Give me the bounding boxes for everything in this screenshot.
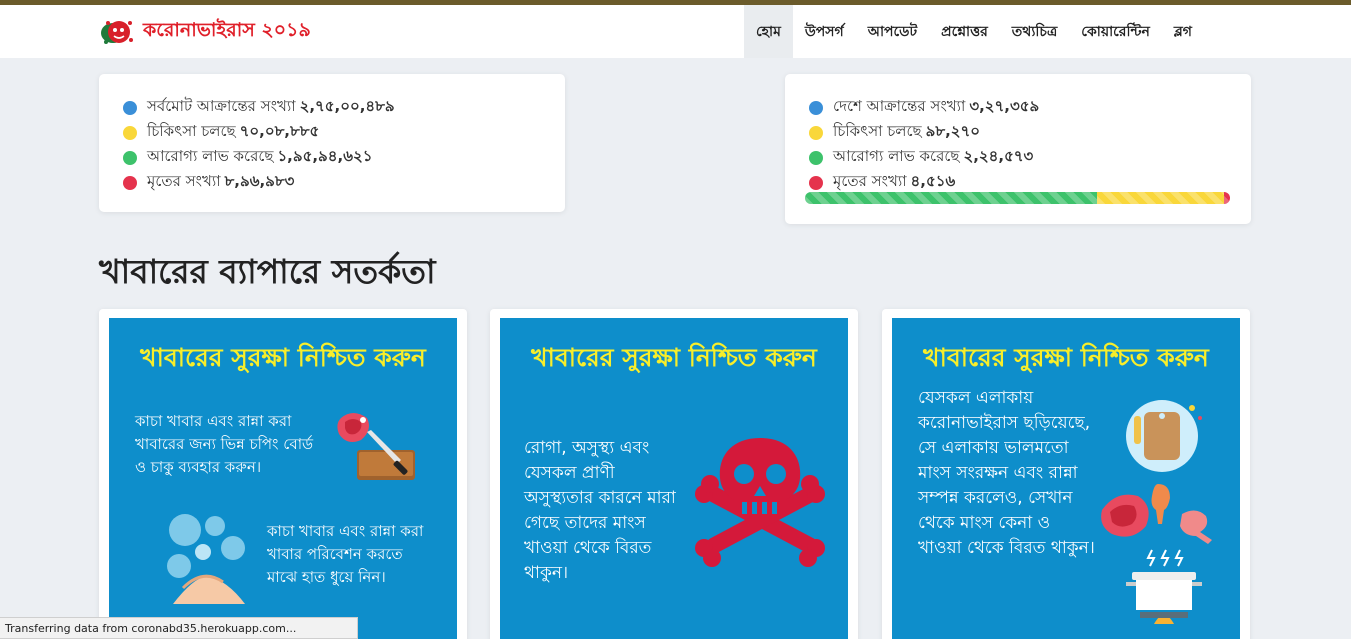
skull-crossbones-icon: [695, 438, 825, 567]
red-dot-icon: [809, 175, 823, 190]
nav-item-faq[interactable]: প্রশ্নোত্তর: [929, 5, 1000, 58]
chopping-board-knife-icon: [357, 430, 415, 480]
infographic-card-1[interactable]: খাবারের সুরক্ষা নিশ্চিত করুন কাচা খাবার …: [99, 309, 467, 639]
blue-dot-icon: [123, 100, 137, 115]
infographic-image: খাবারের সুরক্ষা নিশ্চিত করুন রোগা, অসুস্…: [500, 318, 848, 639]
infographic-image: খাবারের সুরক্ষা নিশ্চিত করুন কাচা খাবার …: [109, 318, 457, 639]
nav-item-home[interactable]: হোম: [744, 5, 793, 58]
nav-item-symptoms[interactable]: উপসর্গ: [793, 5, 856, 58]
nav-item-blog[interactable]: ব্লগ: [1162, 5, 1204, 58]
stat-value: ৩,২৭,৩৫৯: [969, 97, 1040, 115]
infographic-title: খাবারের সুরক্ষা নিশ্চিত করুন: [140, 343, 426, 372]
blue-dot-icon: [809, 100, 823, 115]
yellow-dot-icon: [123, 125, 137, 140]
stat-label: মৃতের সংখ্যা: [147, 172, 221, 190]
country-stats-list: দেশে আক্রান্তের সংখ্যা ৩,২৭,৩৫৯ চিকিৎসা …: [809, 95, 1039, 195]
section-title: খাবারের ব্যাপারে সতর্কতা: [99, 252, 436, 291]
stat-value: ৮,৯৬,৯৮৩: [224, 172, 295, 190]
infographic-text-1: রোগা, অসুস্থ্য এবং যেসকল প্রাণী অসুস্থ্য…: [524, 438, 676, 583]
nav-item-quarantine[interactable]: কোয়ারেন্টিন: [1069, 5, 1162, 58]
infographic-text-1: যেসকল এলাকায় করোনাভাইরাস ছড়িয়েছে, সে …: [918, 388, 1095, 558]
infographic-text-2: কাচা খাবার এবং রান্না করা খাবার পরিবেশন …: [267, 522, 424, 586]
yellow-dot-icon: [809, 125, 823, 140]
meat-chicken-icon: [1101, 484, 1212, 544]
infographic-text-1: কাচা খাবার এবং রান্না করা খাবারের জন্য ভ…: [135, 412, 314, 476]
stat-label: চিকিৎসা চলছে: [147, 122, 236, 140]
stat-label: চিকিৎসা চলছে: [833, 122, 922, 140]
infographic-title: খাবারের সুরক্ষা নিশ্চিত করুন: [923, 343, 1209, 372]
stat-row-recovered: আরোগ্য লাভ করেছে ২,২৪,৫৭৩: [809, 145, 1039, 170]
stat-value: ৭০,০৮,৮৮৫: [239, 122, 320, 140]
progress-segment-deaths: [1224, 192, 1230, 204]
stat-value: ২,২৪,৫৭৩: [963, 147, 1034, 165]
infographic-title: খাবারের সুরক্ষা নিশ্চিত করুন: [531, 343, 817, 372]
browser-status-bar: Transferring data from coronabd35.heroku…: [0, 617, 358, 639]
global-stats-list: সর্বমোট আক্রান্তের সংখ্যা ২,৭৫,০০,৪৮৯ চি…: [123, 95, 395, 195]
green-dot-icon: [123, 150, 137, 165]
infographic-image: খাবারের সুরক্ষা নিশ্চিত করুন যেসকল এলাকা…: [892, 318, 1240, 639]
nav-item-infographics[interactable]: তথ্যচিত্র: [1000, 5, 1069, 58]
stat-row-recovered: আরোগ্য লাভ করেছে ১,৯৫,৯৪,৬২১: [123, 145, 395, 170]
main-nav: হোম উপসর্গ আপডেট প্রশ্নোত্তর তথ্যচিত্র ক…: [744, 5, 1204, 58]
stat-row-active: চিকিৎসা চলছে ৭০,০৮,৮৮৫: [123, 120, 395, 145]
stat-value: ৯৮,২৭০: [925, 122, 981, 140]
cooking-pot-icon: [1126, 549, 1202, 624]
stat-label: আরোগ্য লাভ করেছে: [147, 147, 274, 165]
green-dot-icon: [809, 150, 823, 165]
red-dot-icon: [123, 175, 137, 190]
global-stats-card: সর্বমোট আক্রান্তের সংখ্যা ২,৭৫,০০,৪৮৯ চি…: [99, 74, 565, 212]
infographic-card-2[interactable]: খাবারের সুরক্ষা নিশ্চিত করুন রোগা, অসুস্…: [490, 309, 858, 639]
brand[interactable]: করোনাভাইরাস ২০১৯: [99, 18, 311, 46]
stat-row-total: দেশে আক্রান্তের সংখ্যা ৩,২৭,৩৫৯: [809, 95, 1039, 120]
country-stats-card: দেশে আক্রান্তের সংখ্যা ৩,২৭,৩৫৯ চিকিৎসা …: [785, 74, 1251, 224]
stat-value: ১,৯৫,৯৪,৬২১: [277, 147, 373, 165]
brand-name: করোনাভাইরাস ২০১৯: [143, 19, 311, 41]
stat-label: দেশে আক্রান্তের সংখ্যা: [833, 97, 966, 115]
nav-item-update[interactable]: আপডেট: [856, 5, 929, 58]
coronavirus-logo-icon: [101, 21, 133, 44]
infographic-card-3[interactable]: খাবারের সুরক্ষা নিশ্চিত করুন যেসকল এলাকা…: [882, 309, 1250, 639]
stat-value: ২,৭৫,০০,৪৮৯: [299, 97, 395, 115]
stat-label: আরোগ্য লাভ করেছে: [833, 147, 960, 165]
navbar: করোনাভাইরাস ২০১৯ হোম উপসর্গ আপডেট প্রশ্ন…: [0, 5, 1351, 58]
stat-row-deaths: মৃতের সংখ্যা ৮,৯৬,৯৮৩: [123, 170, 395, 195]
country-progress-bar: [805, 192, 1230, 204]
progress-segment-active: [1096, 192, 1225, 204]
stat-label: সর্বমোট আক্রান্তের সংখ্যা: [147, 97, 296, 115]
cutting-board-icon: [1126, 400, 1202, 472]
stat-row-total: সর্বমোট আক্রান্তের সংখ্যা ২,৭৫,০০,৪৮৯: [123, 95, 395, 120]
stat-row-active: চিকিৎসা চলছে ৯৮,২৭০: [809, 120, 1039, 145]
progress-segment-recovered: [805, 192, 1097, 204]
hand-washing-icon: [167, 514, 245, 604]
